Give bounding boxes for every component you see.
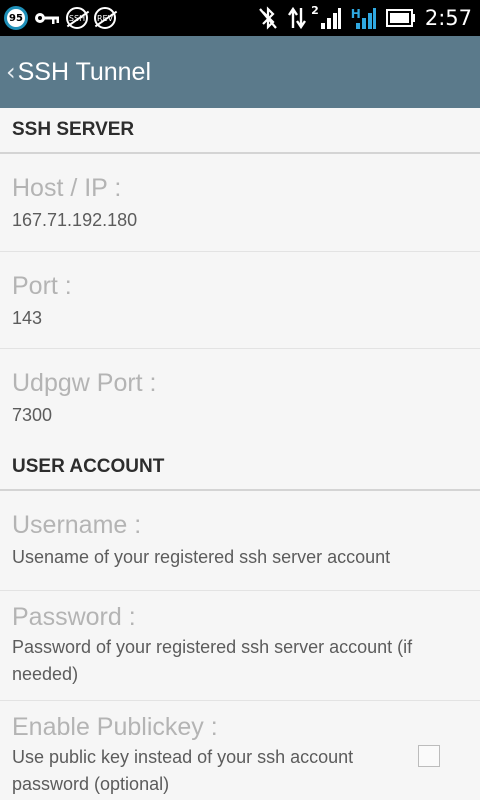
battery-level-badge: 95	[4, 6, 28, 30]
signal-icon	[320, 8, 341, 29]
pref-title: Port :	[12, 272, 72, 300]
pref-title: Username :	[12, 511, 142, 539]
back-chevron-icon[interactable]: ‹	[6, 58, 16, 86]
battery-icon	[385, 9, 415, 27]
pref-udpgw-port[interactable]: Udpgw Port : 7300	[0, 349, 480, 445]
section-header-user-account: USER ACCOUNT	[0, 445, 480, 491]
pref-summary: 7300	[12, 405, 53, 425]
status-bar: 95 SSH REV 2 H 2:57	[0, 0, 480, 36]
pref-summary: Use public key instead of your ssh accou…	[12, 747, 354, 794]
pref-title: Udpgw Port :	[12, 369, 157, 397]
publickey-checkbox[interactable]	[418, 745, 440, 767]
pref-port[interactable]: Port : 143	[0, 252, 480, 349]
pref-host-ip[interactable]: Host / IP : 167.71.192.180	[0, 154, 480, 252]
pref-summary: 167.71.192.180	[12, 210, 138, 230]
pref-title: Host / IP :	[12, 174, 122, 202]
data-transfer-icon: 2	[287, 4, 319, 30]
page-title[interactable]: SSH Tunnel	[18, 58, 151, 87]
pref-summary: 143	[12, 308, 43, 328]
ssh-icon: SSH	[66, 7, 88, 29]
pref-title: Password :	[12, 603, 136, 631]
pref-enable-publickey[interactable]: Enable Publickey : Use public key instea…	[0, 701, 480, 800]
pref-summary: Password of your registered ssh server a…	[12, 637, 413, 684]
pref-title: Enable Publickey :	[12, 713, 218, 741]
section-header-ssh-server: SSH SERVER	[0, 108, 480, 154]
clock: 2:57	[424, 6, 472, 30]
vpn-key-icon	[35, 13, 59, 24]
pref-summary: Usename of your registered ssh server ac…	[12, 547, 391, 567]
pref-username[interactable]: Username : Usename of your registered ss…	[0, 491, 480, 591]
pref-password[interactable]: Password : Password of your registered s…	[0, 591, 480, 701]
signal-h-icon: H	[351, 7, 377, 29]
preferences-list: SSH SERVER Host / IP : 167.71.192.180 Po…	[0, 108, 480, 800]
bluetooth-off-icon	[258, 6, 277, 30]
action-bar: ‹ SSH Tunnel	[0, 36, 480, 108]
rev-icon: REV	[94, 7, 116, 29]
